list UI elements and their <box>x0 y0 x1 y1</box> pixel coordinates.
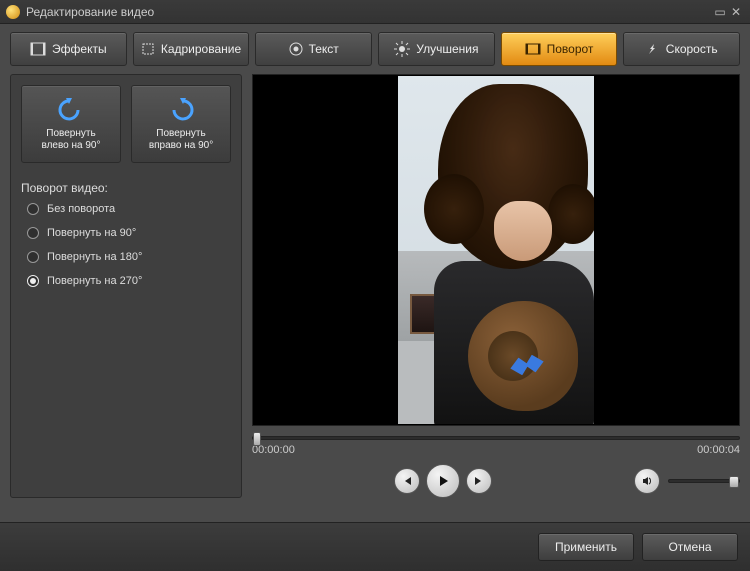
rotate-left-line1: Повернуть <box>41 128 100 140</box>
tab-label: Поворот <box>547 42 594 56</box>
volume-thumb[interactable] <box>729 476 739 488</box>
rotate-side-panel: Повернуть влево на 90° Повернуть вправо … <box>10 74 242 498</box>
skip-forward-icon <box>473 475 485 487</box>
cancel-button[interactable]: Отмена <box>642 533 738 561</box>
radio-dot-icon <box>27 251 39 263</box>
rotate-right-line1: Повернуть <box>149 128 213 140</box>
mute-button[interactable] <box>634 468 660 494</box>
tab-bar: Эффекты Кадрирование Текст Улучшения Пов… <box>0 24 750 74</box>
speed-icon <box>646 42 660 56</box>
text-icon <box>289 42 303 56</box>
video-preview <box>252 74 740 426</box>
rotation-radio-group: Без поворота Повернуть на 90° Повернуть … <box>21 203 231 287</box>
tab-label: Эффекты <box>52 42 107 56</box>
tab-effects[interactable]: Эффекты <box>10 32 127 66</box>
tab-crop[interactable]: Кадрирование <box>133 32 250 66</box>
radio-dot-icon <box>27 275 39 287</box>
rotate-left-line2: влево на 90° <box>41 140 100 152</box>
play-icon <box>436 474 450 488</box>
radio-label: Повернуть на 180° <box>47 251 142 263</box>
apply-button[interactable]: Применить <box>538 533 634 561</box>
next-frame-button[interactable] <box>466 468 492 494</box>
film-icon <box>30 42 46 56</box>
rotation-section-label: Поворот видео: <box>21 181 231 195</box>
footer: Применить Отмена <box>0 522 750 571</box>
rotate-right-button[interactable]: Повернуть вправо на 90° <box>131 85 231 163</box>
tab-rotate[interactable]: Поворот <box>501 32 618 66</box>
tab-label: Кадрирование <box>161 42 241 56</box>
apply-label: Применить <box>555 540 617 554</box>
tab-speed[interactable]: Скорость <box>623 32 740 66</box>
crop-icon <box>141 42 155 56</box>
close-button[interactable]: ✕ <box>728 5 744 19</box>
rotate-right-icon <box>166 96 196 122</box>
seek-bar[interactable] <box>252 436 740 440</box>
titlebar: Редактирование видео ▭ ✕ <box>0 0 750 24</box>
brightness-icon <box>394 41 410 57</box>
tab-label: Скорость <box>666 42 718 56</box>
rotate-left-icon <box>56 96 86 122</box>
rotate-icon <box>525 42 541 56</box>
radio-rotate-270[interactable]: Повернуть на 270° <box>27 275 231 287</box>
skip-back-icon <box>401 475 413 487</box>
app-icon <box>6 5 20 19</box>
radio-rotate-90[interactable]: Повернуть на 90° <box>27 227 231 239</box>
window-title: Редактирование видео <box>26 5 712 19</box>
preview-pane: 00:00:00 00:00:04 <box>252 74 740 498</box>
tab-text[interactable]: Текст <box>255 32 372 66</box>
minimize-button[interactable]: ▭ <box>712 5 728 19</box>
radio-dot-icon <box>27 203 39 215</box>
radio-rotate-180[interactable]: Повернуть на 180° <box>27 251 231 263</box>
video-frame-image <box>398 76 594 424</box>
seek-thumb[interactable] <box>253 432 261 446</box>
rotate-right-line2: вправо на 90° <box>149 140 213 152</box>
cancel-label: Отмена <box>668 540 711 554</box>
time-total: 00:00:04 <box>697 444 740 456</box>
radio-dot-icon <box>27 227 39 239</box>
prev-frame-button[interactable] <box>394 468 420 494</box>
rotate-left-button[interactable]: Повернуть влево на 90° <box>21 85 121 163</box>
radio-no-rotation[interactable]: Без поворота <box>27 203 231 215</box>
radio-label: Повернуть на 90° <box>47 227 136 239</box>
volume-slider[interactable] <box>668 479 740 483</box>
speaker-icon <box>641 475 653 487</box>
radio-label: Повернуть на 270° <box>47 275 142 287</box>
radio-label: Без поворота <box>47 203 115 215</box>
play-button[interactable] <box>426 464 460 498</box>
tab-enhance[interactable]: Улучшения <box>378 32 495 66</box>
tab-label: Текст <box>309 42 339 56</box>
tab-label: Улучшения <box>416 42 478 56</box>
